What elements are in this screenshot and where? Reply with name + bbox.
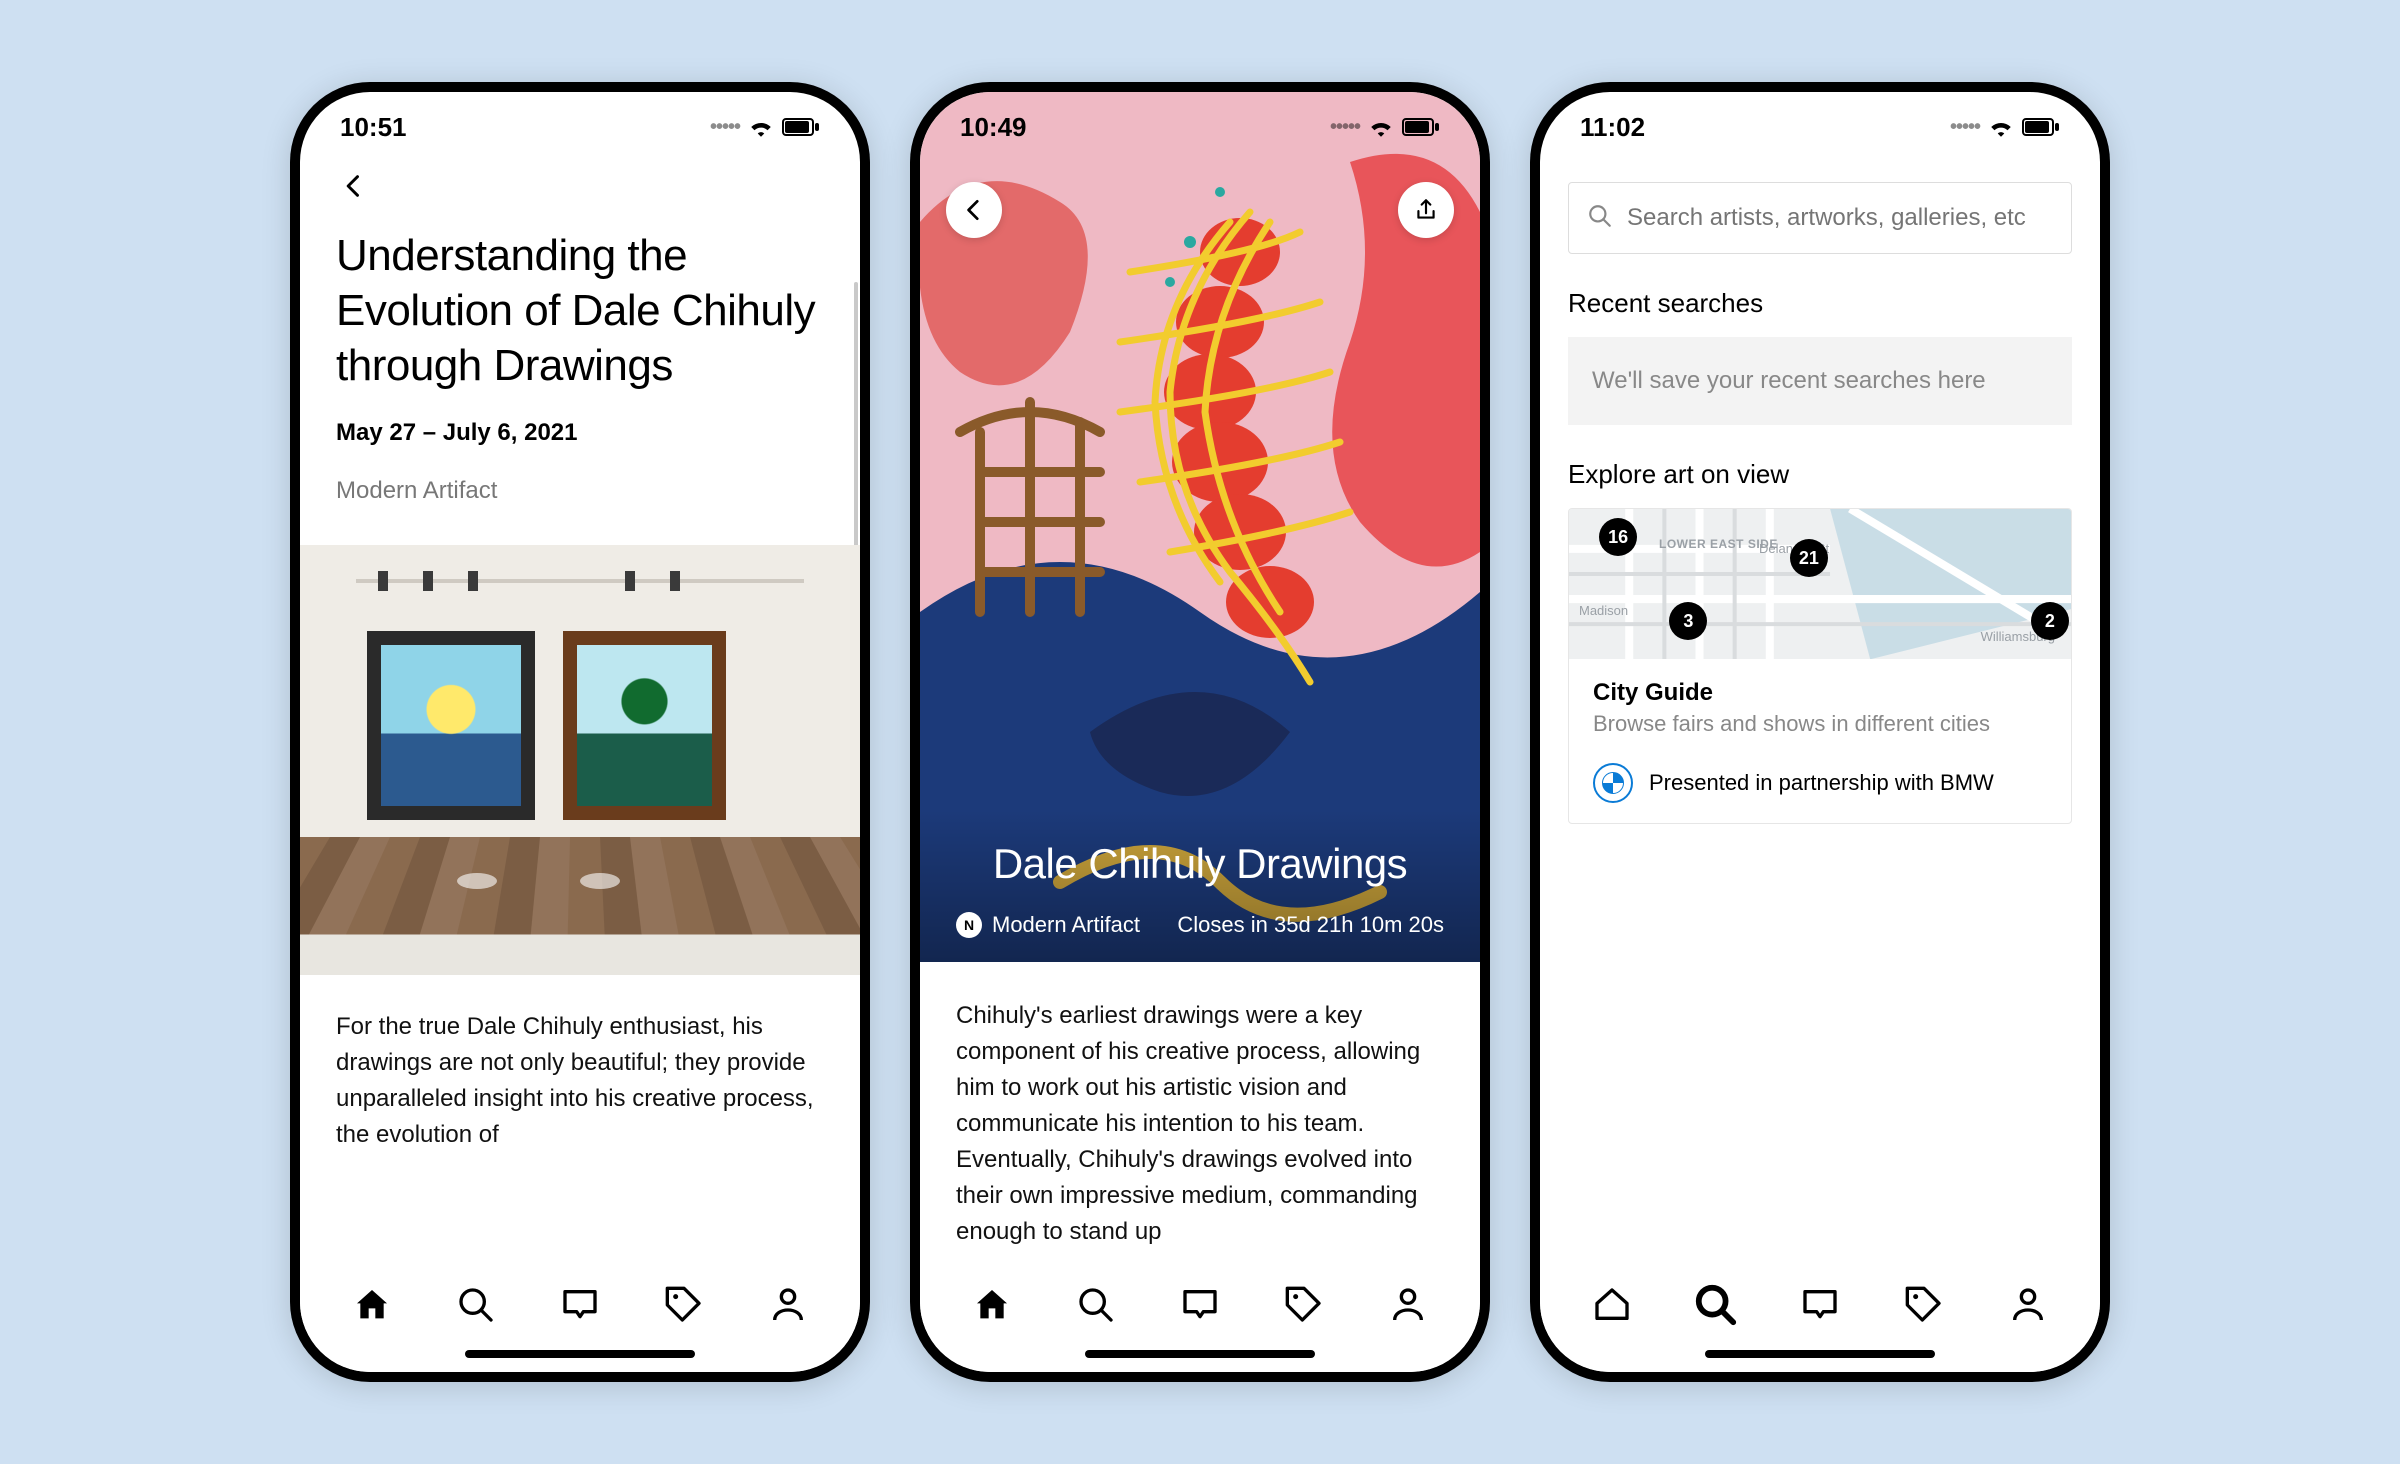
tab-search[interactable] — [1691, 1280, 1741, 1330]
tab-inbox[interactable] — [555, 1280, 605, 1330]
status-time: 10:49 — [960, 112, 1027, 143]
tab-inbox[interactable] — [1795, 1280, 1845, 1330]
tab-search[interactable] — [451, 1280, 501, 1330]
wifi-icon — [748, 117, 774, 137]
share-button[interactable] — [1398, 182, 1454, 238]
city-guide-card[interactable]: LOWER EAST SIDE Delancey St Madison Will… — [1568, 508, 2072, 824]
cellular-dots-icon: ••••• — [1950, 116, 1980, 139]
home-indicator[interactable] — [1705, 1350, 1935, 1358]
article-title: Understanding the Evolution of Dale Chih… — [336, 228, 824, 393]
show-title: Dale Chihuly Drawings — [956, 840, 1444, 888]
city-guide-subtitle: Browse fairs and shows in different citi… — [1593, 711, 2047, 737]
battery-icon — [1402, 118, 1440, 136]
back-button[interactable] — [330, 162, 378, 210]
search-input[interactable] — [1627, 204, 2053, 232]
battery-icon — [782, 118, 820, 136]
recent-searches-empty: We'll save your recent searches here — [1568, 337, 2072, 425]
tab-sell[interactable] — [659, 1280, 709, 1330]
recent-searches-heading: Recent searches — [1540, 254, 2100, 337]
status-bar: 10:49 ••••• — [920, 92, 1480, 162]
show-body: Chihuly's earliest drawings were a key c… — [956, 998, 1444, 1250]
search-icon — [1587, 203, 1613, 234]
tab-sell[interactable] — [1279, 1280, 1329, 1330]
tab-profile[interactable] — [2003, 1280, 2053, 1330]
status-bar: 11:02 ••••• — [1540, 92, 2100, 162]
wifi-icon — [1368, 117, 1394, 137]
phone-mockup-2: 10:49 ••••• — [910, 82, 1490, 1382]
status-bar: 10:51 ••••• — [300, 92, 860, 162]
home-indicator[interactable] — [1085, 1350, 1315, 1358]
show-countdown: Closes in 35d 21h 10m 20s — [1177, 912, 1444, 938]
article-presenter: Modern Artifact — [336, 477, 824, 505]
phone-mockup-1: 10:51 ••••• Understanding the Evolution … — [290, 82, 870, 1382]
map-pin[interactable]: 2 — [2031, 602, 2069, 640]
back-button[interactable] — [946, 182, 1002, 238]
map-preview: LOWER EAST SIDE Delancey St Madison Will… — [1569, 509, 2071, 659]
tab-sell[interactable] — [1899, 1280, 1949, 1330]
explore-heading: Explore art on view — [1540, 425, 2100, 508]
tab-home[interactable] — [347, 1280, 397, 1330]
gallery-badge-icon: N — [956, 912, 982, 938]
tab-home[interactable] — [1587, 1280, 1637, 1330]
gallery-name: Modern Artifact — [992, 912, 1140, 938]
tab-home[interactable] — [967, 1280, 1017, 1330]
article-hero-image — [300, 545, 860, 975]
home-indicator[interactable] — [465, 1350, 695, 1358]
map-pin[interactable]: 21 — [1790, 539, 1828, 577]
phone-mockup-3: 11:02 ••••• Recent searches We'll save y… — [1530, 82, 2110, 1382]
map-label-madison: Madison — [1579, 603, 1628, 618]
search-field[interactable] — [1568, 182, 2072, 254]
tab-profile[interactable] — [1383, 1280, 1433, 1330]
article-body: For the true Dale Chihuly enthusiast, hi… — [336, 1009, 824, 1153]
status-time: 11:02 — [1580, 112, 1645, 143]
status-time: 10:51 — [340, 112, 407, 143]
tab-search[interactable] — [1071, 1280, 1121, 1330]
battery-icon — [2022, 118, 2060, 136]
city-guide-title: City Guide — [1593, 679, 2047, 707]
tab-inbox[interactable] — [1175, 1280, 1225, 1330]
tab-profile[interactable] — [763, 1280, 813, 1330]
map-pin[interactable]: 16 — [1599, 518, 1637, 556]
cellular-dots-icon: ••••• — [1330, 116, 1360, 139]
article-dateline: May 27 – July 6, 2021 — [336, 419, 824, 447]
cellular-dots-icon: ••••• — [710, 116, 740, 139]
wifi-icon — [1988, 117, 2014, 137]
partner-text: Presented in partnership with BMW — [1649, 770, 1994, 796]
bmw-logo-icon — [1593, 763, 1633, 803]
